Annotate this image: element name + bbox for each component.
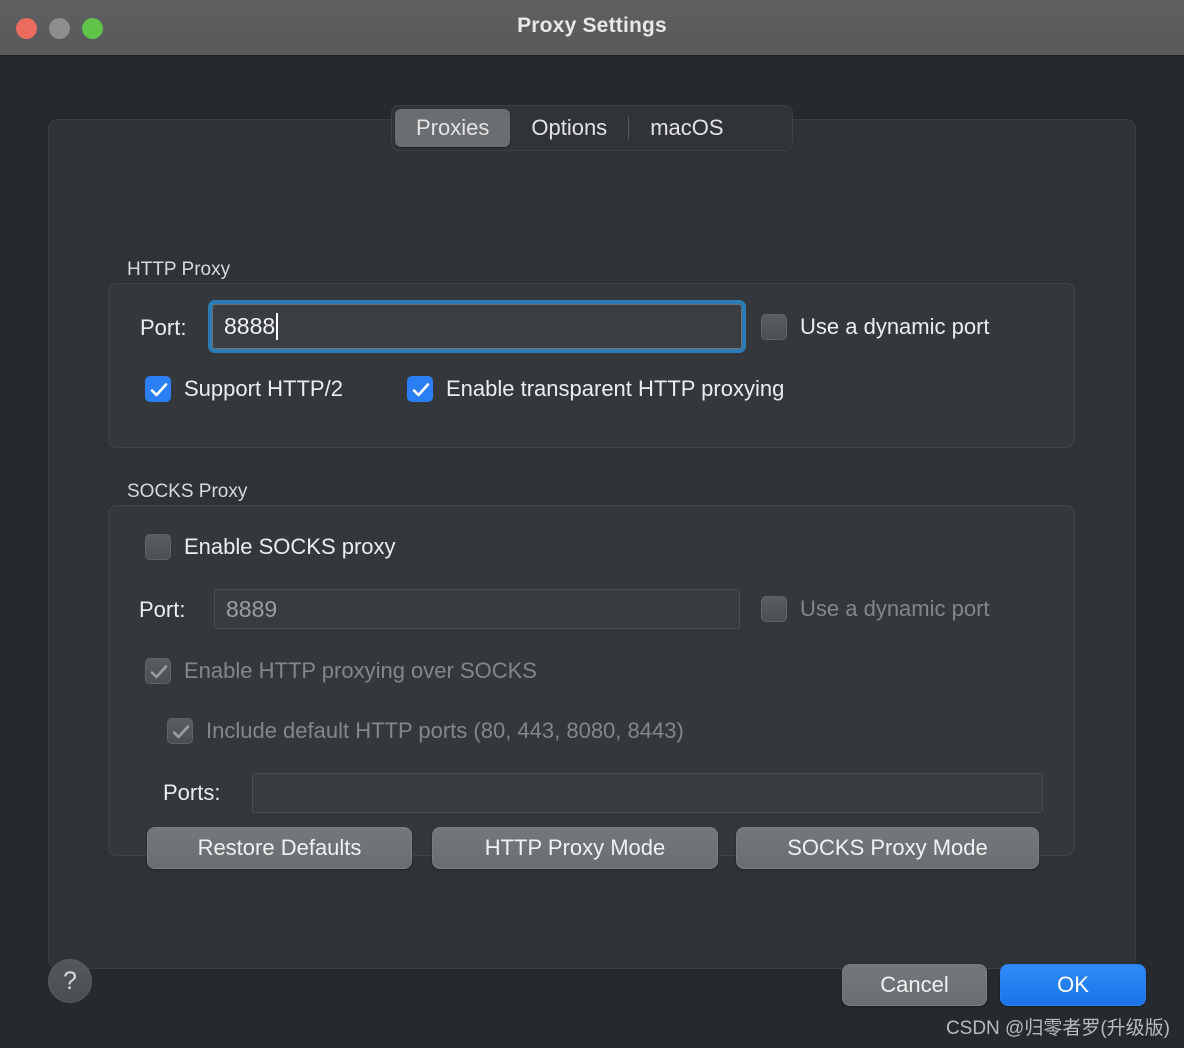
include-default-ports-label: Include default HTTP ports (80, 443, 808…: [206, 718, 684, 743]
http-proxy-group-label: HTTP Proxy: [127, 259, 231, 280]
tab-macos[interactable]: macOS: [629, 109, 744, 147]
socks-proxy-group-label: SOCKS Proxy: [127, 481, 248, 502]
http-port-input[interactable]: 8888: [208, 300, 746, 353]
checkmark-icon: [150, 665, 168, 679]
http-port-value: 8888: [224, 313, 276, 339]
http-over-socks-checkbox-row[interactable]: Enable HTTP proxying over SOCKS: [145, 658, 537, 684]
checkmark-icon: [172, 725, 190, 739]
transparent-proxy-checkbox-row[interactable]: Enable transparent HTTP proxying: [407, 376, 784, 402]
window-title: Proxy Settings: [517, 14, 667, 37]
ok-button[interactable]: OK: [1000, 964, 1146, 1006]
tab-options[interactable]: Options: [510, 109, 628, 147]
restore-defaults-button[interactable]: Restore Defaults: [147, 827, 412, 869]
socks-proxy-mode-button[interactable]: SOCKS Proxy Mode: [736, 827, 1039, 869]
support-http2-label: Support HTTP/2: [184, 376, 343, 401]
checkmark-icon: [150, 383, 168, 397]
enable-socks-checkbox-row[interactable]: Enable SOCKS proxy: [145, 534, 396, 560]
proxy-settings-window: Proxy Settings Proxies Options macOS HTT…: [0, 0, 1184, 1048]
watermark-text: CSDN @归零者罗(升级版): [945, 1018, 1170, 1039]
http-dynamic-port-checkbox[interactable]: [761, 314, 787, 340]
socks-ports-input[interactable]: [252, 773, 1043, 813]
http-port-label: Port:: [140, 315, 187, 340]
cancel-button[interactable]: Cancel: [842, 964, 987, 1006]
transparent-proxy-checkbox[interactable]: [407, 376, 433, 402]
tab-proxies[interactable]: Proxies: [395, 109, 511, 147]
checkmark-icon: [412, 383, 430, 397]
transparent-proxy-label: Enable transparent HTTP proxying: [446, 376, 785, 401]
support-http2-checkbox-row[interactable]: Support HTTP/2: [145, 376, 343, 402]
http-dynamic-port-checkbox-row[interactable]: Use a dynamic port: [761, 314, 990, 340]
socks-dynamic-port-checkbox-row[interactable]: Use a dynamic port: [761, 596, 990, 622]
socks-ports-label: Ports:: [163, 780, 221, 805]
include-default-ports-checkbox-row[interactable]: Include default HTTP ports (80, 443, 808…: [167, 718, 684, 744]
support-http2-checkbox[interactable]: [145, 376, 171, 402]
window-titlebar: Proxy Settings: [0, 0, 1184, 56]
include-default-ports-checkbox[interactable]: [167, 718, 193, 744]
dialog-content: Proxies Options macOS HTTP Proxy Port: 8…: [0, 56, 1184, 1048]
http-over-socks-checkbox[interactable]: [145, 658, 171, 684]
socks-port-label: Port:: [139, 597, 186, 622]
enable-socks-label: Enable SOCKS proxy: [184, 534, 396, 559]
http-over-socks-label: Enable HTTP proxying over SOCKS: [184, 658, 537, 683]
socks-dynamic-port-checkbox[interactable]: [761, 596, 787, 622]
text-caret: [276, 313, 279, 340]
help-button[interactable]: ?: [48, 959, 92, 1003]
socks-port-input[interactable]: 8889: [214, 589, 740, 629]
http-dynamic-port-label: Use a dynamic port: [800, 314, 990, 339]
enable-socks-checkbox[interactable]: [145, 534, 171, 560]
tab-bar: Proxies Options macOS: [391, 105, 793, 151]
http-proxy-mode-button[interactable]: HTTP Proxy Mode: [432, 827, 718, 869]
socks-dynamic-port-label: Use a dynamic port: [800, 596, 990, 621]
socks-port-value: 8889: [226, 595, 278, 622]
